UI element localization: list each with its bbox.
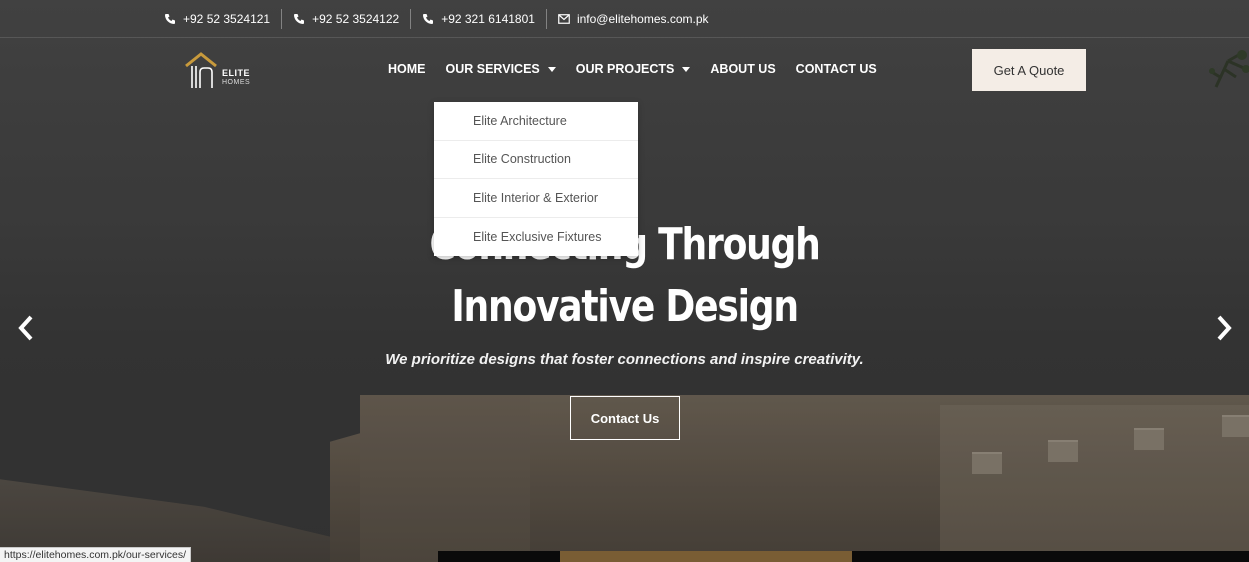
nav-about-us[interactable]: ABOUT US — [710, 62, 775, 76]
chevron-down-icon — [682, 66, 691, 72]
mail-icon — [558, 13, 570, 24]
logo-subtitle: HOMES — [222, 79, 251, 86]
nav-our-projects[interactable]: OUR PROJECTS — [576, 62, 691, 76]
dropdown-item-elite-architecture[interactable]: Elite Architecture — [434, 102, 638, 141]
phone-number: +92 52 3524122 — [312, 11, 400, 26]
email-address: info@elitehomes.com.pk — [576, 11, 709, 26]
dropdown-item-elite-interior-exterior[interactable]: Elite Interior & Exterior — [434, 179, 638, 218]
logo-wordmark: ELITE — [222, 68, 251, 78]
nav-contact-us[interactable]: CONTACT US — [796, 62, 877, 76]
plant-silhouette — [1209, 50, 1249, 88]
phone-icon — [165, 13, 175, 24]
hero-headline-line-2: Innovative Design — [451, 281, 799, 332]
main-nav: HOME OUR SERVICES OUR PROJECTS ABOUT US … — [388, 62, 897, 76]
nav-home[interactable]: HOME — [388, 62, 426, 76]
phone-contact-1[interactable]: +92 52 3524121 — [164, 9, 281, 29]
dropdown-item-elite-construction[interactable]: Elite Construction — [434, 141, 638, 179]
chevron-left-icon[interactable] — [16, 313, 36, 343]
services-dropdown-menu: Elite Architecture Elite Construction El… — [434, 102, 638, 256]
nav-our-projects-label: OUR PROJECTS — [575, 62, 675, 76]
hero-subline: We prioritize designs that foster connec… — [385, 351, 864, 368]
chevron-down-icon — [547, 66, 556, 72]
phone-contact-2[interactable]: +92 52 3524122 — [281, 8, 410, 29]
nav-our-services[interactable]: OUR SERVICES — [446, 62, 556, 76]
get-a-quote-button[interactable]: Get A Quote — [972, 49, 1086, 91]
top-contact-bar: +92 52 3524121 +92 52 3524122 +92 321 61… — [0, 0, 1249, 38]
phone-number: +92 52 3524121 — [183, 11, 271, 26]
phone-icon — [294, 13, 305, 24]
browser-status-url: https://elitehomes.com.pk/our-services/ — [0, 547, 192, 562]
phone-icon — [423, 13, 434, 24]
contact-us-button[interactable]: Contact Us — [570, 396, 680, 440]
chevron-right-icon[interactable] — [1214, 313, 1234, 343]
nav-our-services-label: OUR SERVICES — [445, 62, 540, 76]
phone-number: +92 321 6141801 — [441, 11, 535, 26]
phone-contact-3[interactable]: +92 321 6141801 — [410, 8, 546, 29]
email-contact[interactable]: info@elitehomes.com.pk — [545, 8, 720, 29]
dropdown-item-elite-exclusive-fixtures[interactable]: Elite Exclusive Fixtures — [434, 218, 638, 257]
